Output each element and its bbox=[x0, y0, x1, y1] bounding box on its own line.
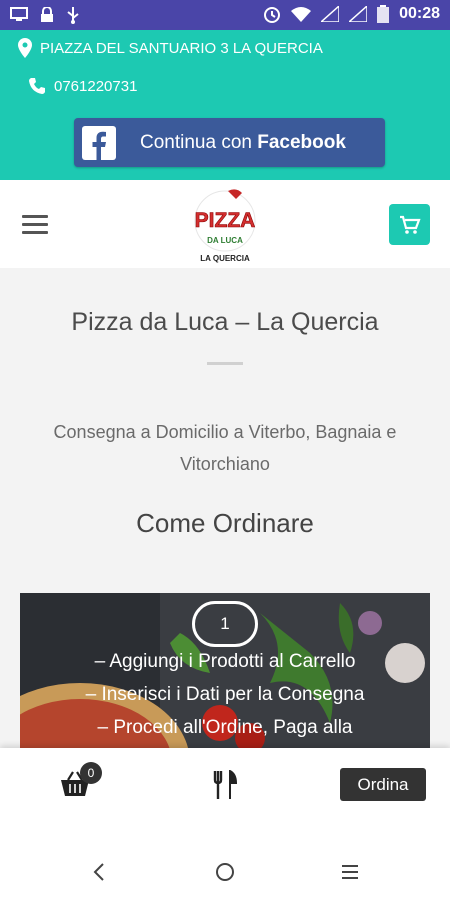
facebook-button-brand: Facebook bbox=[257, 131, 346, 153]
logo-line-1: PIZZA bbox=[195, 209, 256, 232]
status-bar: 00:28 bbox=[0, 0, 450, 30]
logo-line-3: LA QUERCIA bbox=[200, 254, 250, 263]
cart-button[interactable] bbox=[389, 204, 430, 245]
page-title: Pizza da Luca – La Quercia bbox=[71, 308, 379, 336]
battery-icon bbox=[377, 5, 390, 23]
site-logo[interactable]: PIZZA DA LUCA LA QUERCIA bbox=[188, 185, 262, 265]
hamburger-icon[interactable] bbox=[22, 215, 48, 235]
back-icon[interactable] bbox=[92, 862, 106, 882]
facebook-login-button[interactable]: Continua con Facebook bbox=[74, 118, 385, 167]
step-number: 1 bbox=[192, 601, 258, 647]
logo-line-2: DA LUCA bbox=[207, 236, 243, 245]
signal-icon bbox=[349, 6, 368, 22]
cart-icon bbox=[400, 215, 421, 234]
main-content: Pizza da Luca – La Quercia Consegna a Do… bbox=[0, 268, 450, 753]
step-line: – Aggiungi i Prodotti al Carrello bbox=[94, 651, 356, 672]
how-to-order-banner: 1 – Aggiungi i Prodotti al Carrello – In… bbox=[20, 593, 430, 753]
title-divider bbox=[207, 362, 243, 365]
how-to-order-title: Come Ordinare bbox=[136, 508, 314, 538]
step-line: – Procedi all'Ordine, Paga alla bbox=[97, 717, 353, 738]
site-header: PIZZA DA LUCA LA QUERCIA bbox=[0, 180, 450, 269]
facebook-button-prefix: Continua con bbox=[140, 131, 258, 153]
top-info-bar: PIAZZA DEL SANTUARIO 3 LA QUERCIA 076122… bbox=[0, 30, 450, 180]
lock-icon bbox=[41, 7, 53, 22]
wifi-icon bbox=[291, 7, 312, 22]
monitor-icon bbox=[10, 7, 28, 21]
delivery-subtitle: Consegna a Domicilio a Viterbo, Bagnaia … bbox=[53, 422, 397, 474]
alarm-icon bbox=[264, 7, 281, 23]
usb-icon bbox=[67, 7, 79, 24]
home-icon[interactable] bbox=[215, 862, 235, 882]
system-nav-bar bbox=[0, 820, 450, 900]
facebook-button-label: Continua con Facebook bbox=[140, 132, 346, 154]
clock: 00:28 bbox=[399, 5, 440, 22]
signal-icon bbox=[321, 6, 340, 22]
address-row: PIAZZA DEL SANTUARIO 3 LA QUERCIA bbox=[18, 38, 323, 58]
cart-count-badge: 0 bbox=[80, 762, 102, 784]
bottom-app-nav: 0 Ordina bbox=[0, 748, 450, 820]
order-button[interactable]: Ordina bbox=[340, 768, 426, 801]
step-line: – Inserisci i Dati per la Consegna bbox=[85, 684, 365, 705]
menu-icon[interactable] bbox=[341, 863, 359, 881]
address-text: PIAZZA DEL SANTUARIO 3 LA QUERCIA bbox=[40, 39, 323, 57]
phone-icon bbox=[29, 78, 45, 94]
cutlery-icon[interactable] bbox=[212, 770, 238, 800]
location-pin-icon bbox=[18, 38, 32, 58]
phone-row[interactable]: 0761220731 bbox=[28, 77, 137, 95]
phone-number[interactable]: 0761220731 bbox=[54, 78, 137, 95]
facebook-icon bbox=[82, 125, 116, 160]
